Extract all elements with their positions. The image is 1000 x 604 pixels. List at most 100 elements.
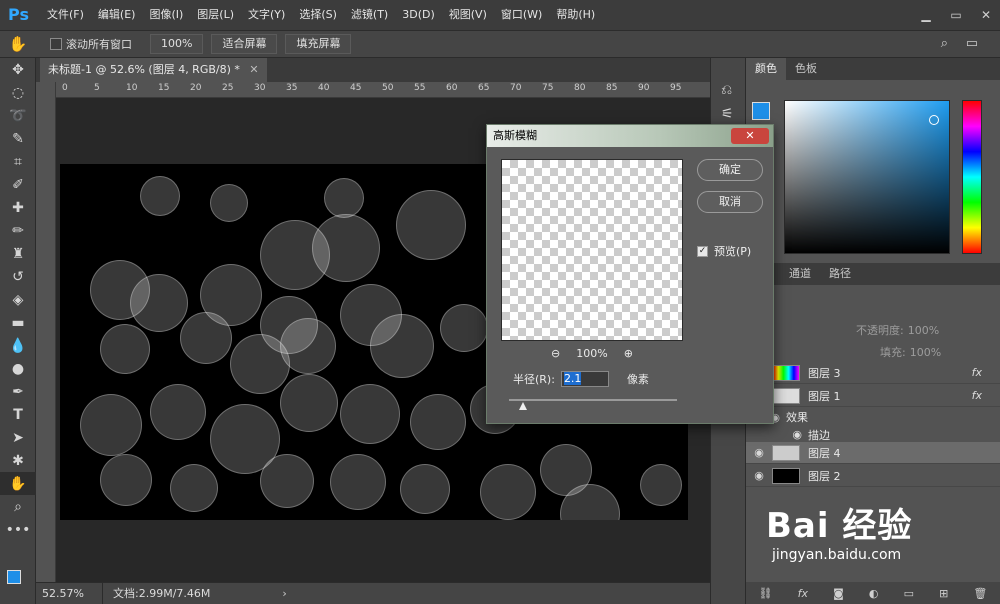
adjustments-panel-icon[interactable]: ⚟ (721, 106, 734, 122)
status-zoom[interactable]: 52.57% (36, 587, 102, 600)
visibility-eye-icon[interactable]: ◉ (746, 446, 772, 459)
layer-fx-icon[interactable]: fx (972, 389, 982, 402)
path-select-tool-icon[interactable]: ➤ (0, 426, 36, 449)
preview-zoom-controls: ⊖ 100% ⊕ (501, 347, 683, 360)
tools-panel: ✥ ◌ ➰ ✎ ⌗ ✐ ✚ ✏ ♜ ↺ ◈ ▬ 💧 ● ✒ T ➤ ✱ ✋ ⌕ … (0, 58, 36, 604)
history-brush-icon[interactable]: ↺ (0, 265, 36, 288)
quick-select-tool-icon[interactable]: ✎ (0, 127, 36, 150)
stamp-tool-icon[interactable]: ♜ (0, 242, 36, 265)
opacity-control[interactable]: 不透明度: 100% (856, 322, 939, 338)
menu-edit[interactable]: 编辑(E) (91, 0, 143, 30)
restore-icon[interactable]: ▭ (948, 7, 964, 23)
menu-filter[interactable]: 滤镜(T) (344, 0, 395, 30)
menu-layer[interactable]: 图层(L) (190, 0, 241, 30)
tab-paths[interactable]: 路径 (820, 263, 860, 285)
blur-preview[interactable] (501, 159, 683, 341)
watermark: Bai 经验 jingyan.baidu.com (766, 498, 986, 563)
ok-button[interactable]: 确定 (697, 159, 763, 181)
status-menu-arrow-icon[interactable]: › (282, 587, 286, 600)
layer-style-icon[interactable]: fx (798, 587, 808, 600)
zoom-tool-icon[interactable]: ⌕ (0, 495, 36, 518)
layer-name: 图层 4 (808, 446, 841, 460)
search-icon[interactable]: ⌕ (941, 36, 948, 51)
type-tool-icon[interactable]: T (0, 403, 36, 426)
layer-fx-icon[interactable]: fx (972, 366, 982, 379)
fit-screen-button[interactable]: 适合屏幕 (211, 34, 278, 54)
color-picker-field[interactable] (784, 100, 950, 254)
radius-slider-thumb[interactable] (519, 402, 527, 410)
foreground-color-swatch[interactable] (7, 570, 21, 584)
hand-tool-icon[interactable]: ✋ (0, 472, 36, 495)
link-layers-icon[interactable]: ⛓ (759, 587, 773, 600)
dialog-close-button[interactable]: ✕ (731, 128, 769, 144)
more-tools-icon[interactable]: ••• (0, 518, 36, 541)
menu-image[interactable]: 图像(I) (142, 0, 190, 30)
menu-3d[interactable]: 3D(D) (395, 0, 442, 30)
document-tab[interactable]: 未标题-1 @ 52.6% (图层 4, RGB/8) * ✕ (40, 58, 267, 82)
fill-label: 填充: (880, 346, 906, 359)
layer-row[interactable]: ◉ 图层 2 (746, 465, 1000, 487)
tab-channels[interactable]: 通道 (780, 263, 820, 285)
eyedropper-tool-icon[interactable]: ✐ (0, 173, 36, 196)
blur-tool-icon[interactable]: 💧 (0, 334, 36, 357)
radius-slider-track[interactable] (509, 399, 677, 401)
eraser-tool-icon[interactable]: ◈ (0, 288, 36, 311)
close-tab-icon[interactable]: ✕ (249, 63, 258, 76)
bokeh-bubble (400, 464, 450, 514)
tab-color[interactable]: 颜色 (746, 58, 786, 80)
marquee-tool-icon[interactable]: ◌ (0, 81, 36, 104)
layer-row[interactable]: 图层 1 fx (746, 385, 1000, 407)
close-icon[interactable]: ✕ (978, 7, 994, 23)
crop-tool-icon[interactable]: ⌗ (0, 150, 36, 173)
workspace-icon[interactable]: ▭ (966, 36, 978, 51)
zoom-out-icon[interactable]: ⊖ (551, 347, 560, 360)
bokeh-bubble (170, 464, 218, 512)
preview-check-icon[interactable]: ✓ (697, 245, 708, 257)
effects-row[interactable]: ◉ 效果 (746, 408, 1000, 426)
hue-slider[interactable] (962, 100, 982, 254)
delete-layer-icon[interactable]: 🗑 (973, 587, 987, 600)
scroll-all-windows-checkbox[interactable]: 滚动所有窗口 (50, 36, 132, 52)
hand-tool-preset-icon[interactable]: ✋ (0, 35, 36, 53)
zoom-100-button[interactable]: 100% (150, 34, 204, 54)
menu-file[interactable]: 文件(F) (40, 0, 91, 30)
brush-tool-icon[interactable]: ✏ (0, 219, 36, 242)
stroke-eye-icon[interactable]: ◉ (746, 428, 808, 441)
checkbox-box[interactable] (50, 38, 62, 50)
visibility-eye-icon[interactable]: ◉ (746, 469, 772, 482)
preview-checkbox[interactable]: ✓ 预览(P) (697, 243, 751, 259)
radius-input[interactable]: 2.1 (560, 371, 609, 387)
healing-tool-icon[interactable]: ✚ (0, 196, 36, 219)
minimize-icon[interactable]: ▁ (918, 7, 934, 23)
cancel-button[interactable]: 取消 (697, 191, 763, 213)
menu-type[interactable]: 文字(Y) (241, 0, 292, 30)
layer-row[interactable]: 图层 3 fx (746, 362, 1000, 384)
dodge-tool-icon[interactable]: ● (0, 357, 36, 380)
color-panel-foreground-swatch[interactable] (752, 102, 770, 120)
history-panel-icon[interactable]: ⎌ (721, 82, 732, 98)
ruler-tick-label: 95 (670, 83, 682, 93)
pen-tool-icon[interactable]: ✒ (0, 380, 36, 403)
zoom-in-icon[interactable]: ⊕ (624, 347, 633, 360)
fill-control[interactable]: 填充: 100% (880, 344, 941, 360)
layer-row-selected[interactable]: ◉ 图层 4 (746, 442, 1000, 464)
adjustment-layer-icon[interactable]: ◐ (869, 587, 879, 600)
fill-screen-button[interactable]: 填充屏幕 (285, 34, 352, 54)
gradient-tool-icon[interactable]: ▬ (0, 311, 36, 334)
menu-select[interactable]: 选择(S) (292, 0, 344, 30)
dialog-title-bar[interactable]: 高斯模糊 ✕ (487, 125, 773, 147)
tab-swatches[interactable]: 色板 (786, 58, 826, 80)
shape-tool-icon[interactable]: ✱ (0, 449, 36, 472)
menu-window[interactable]: 窗口(W) (494, 0, 549, 30)
menu-help[interactable]: 帮助(H) (549, 0, 602, 30)
move-tool-icon[interactable]: ✥ (0, 58, 36, 81)
menu-view[interactable]: 视图(V) (442, 0, 494, 30)
new-group-icon[interactable]: ▭ (904, 587, 914, 600)
color-picker-cursor[interactable] (929, 115, 939, 125)
opacity-value[interactable]: 100% (908, 324, 939, 337)
ruler-tick-label: 15 (158, 83, 170, 93)
new-layer-icon[interactable]: ⊞ (939, 587, 948, 600)
fill-value[interactable]: 100% (910, 346, 941, 359)
lasso-tool-icon[interactable]: ➰ (0, 104, 36, 127)
add-mask-icon[interactable]: ◙ (833, 587, 844, 600)
